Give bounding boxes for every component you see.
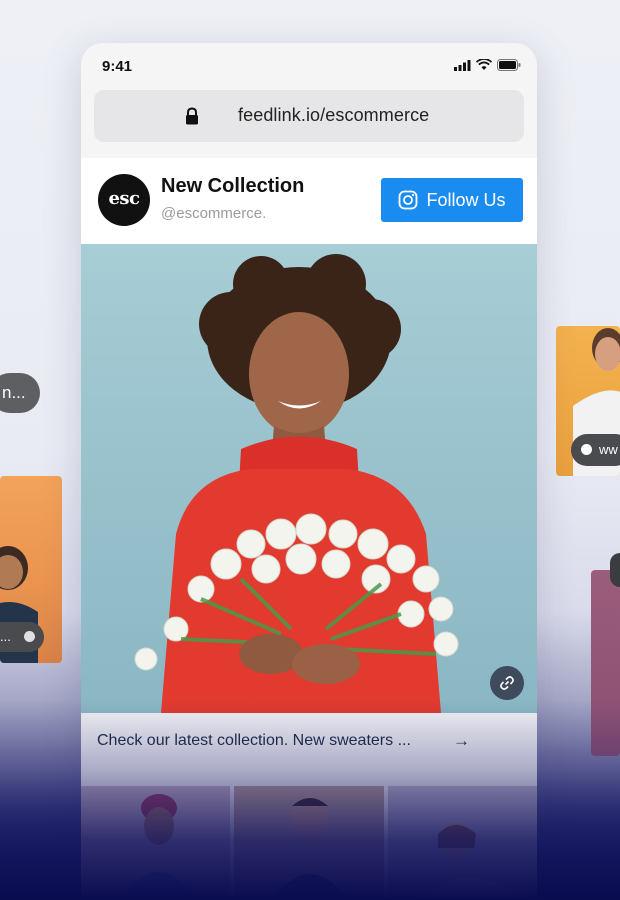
right-side-tab — [610, 553, 620, 587]
thumbnail-item[interactable] — [81, 786, 231, 900]
right-side-card-2 — [591, 570, 620, 756]
lock-icon — [186, 107, 198, 125]
post-caption[interactable]: Check our latest collection. New sweater… — [81, 713, 537, 771]
person-thumbnail — [121, 794, 197, 900]
thumbnail-grid — [81, 786, 537, 900]
left-side-pill: n... — [0, 373, 40, 413]
woman-with-flowers-photo — [134, 254, 459, 713]
thumbnail-item[interactable] — [234, 786, 384, 900]
right-pill-text: ww — [599, 442, 618, 457]
follow-us-button[interactable]: Follow Us — [381, 178, 523, 222]
avatar[interactable]: esc — [98, 174, 150, 226]
copy-link-button[interactable] — [490, 666, 524, 700]
status-bar: 9:41 — [81, 43, 537, 89]
person-thumbnail — [272, 796, 349, 900]
left-dot-pill-text: ... — [0, 629, 11, 644]
post-image[interactable] — [81, 244, 537, 713]
wifi-icon — [476, 59, 492, 70]
thumbnail-item[interactable] — [387, 786, 537, 900]
right-caption-pill: ww — [571, 434, 620, 466]
follow-us-label: Follow Us — [426, 189, 506, 210]
profile-handle: @escommerce. — [161, 205, 267, 222]
battery-icon — [497, 59, 521, 71]
instagram-icon — [399, 190, 418, 210]
pill-dot-icon — [24, 631, 35, 642]
pill-dot-icon — [581, 444, 592, 455]
arrow-right-icon[interactable]: → — [453, 731, 470, 751]
caption-text: Check our latest collection. New sweater… — [97, 732, 411, 749]
left-pill-text: n... — [2, 383, 26, 402]
page-title: New Collection — [161, 175, 305, 197]
status-icons — [454, 59, 521, 71]
signal-icon — [454, 59, 471, 71]
address-bar[interactable]: feedlink.io/escommerce — [94, 90, 524, 142]
avatar-text: esc — [108, 188, 140, 209]
person-thumbnail — [417, 822, 528, 900]
profile-header: esc New Collection @escommerce. Follow U… — [81, 158, 537, 244]
status-time: 9:41 — [102, 58, 133, 75]
url-text: feedlink.io/escommerce — [238, 105, 430, 125]
left-caption-pill: ... — [0, 622, 44, 652]
link-icon — [500, 676, 514, 690]
phone-frame: 9:41 feedlink.io/escommerce esc New Coll… — [81, 43, 537, 900]
